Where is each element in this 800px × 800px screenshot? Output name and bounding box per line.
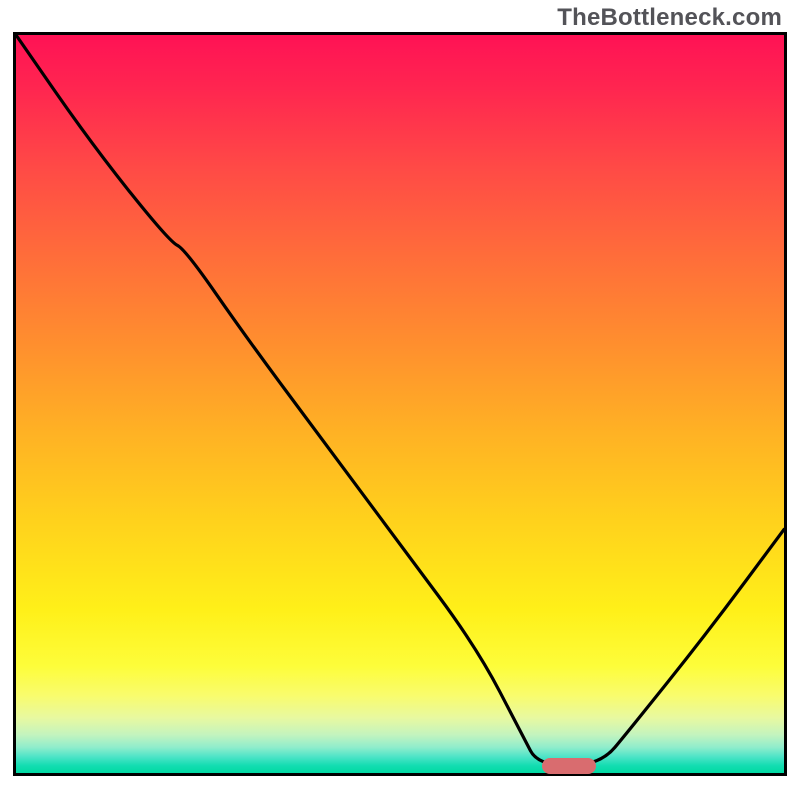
curve-svg <box>16 35 784 773</box>
plot-area <box>13 32 787 776</box>
optimal-point-marker <box>542 758 596 775</box>
watermark-text: TheBottleneck.com <box>557 4 782 32</box>
bottleneck-curve-path <box>16 35 784 766</box>
chart-container: TheBottleneck.com <box>0 0 800 800</box>
